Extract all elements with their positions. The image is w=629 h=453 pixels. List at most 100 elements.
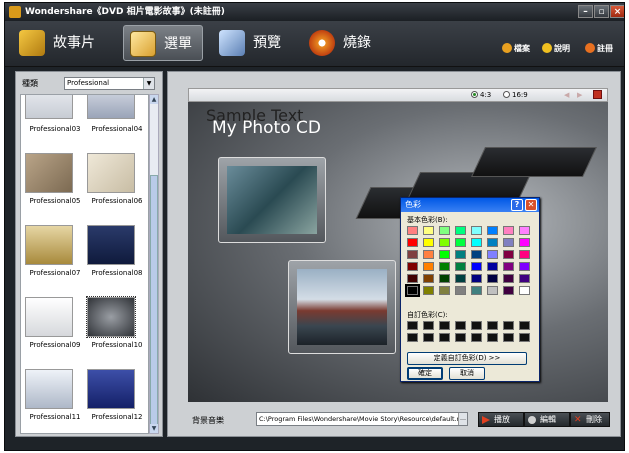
- custom-color-swatch[interactable]: [423, 333, 434, 342]
- custom-color-swatch[interactable]: [407, 333, 418, 342]
- template-thumb-selected[interactable]: Professional10: [85, 296, 143, 367]
- custom-color-swatch[interactable]: [423, 321, 434, 330]
- basic-color-swatch[interactable]: [423, 250, 434, 259]
- back-arrow-icon[interactable]: ◀: [564, 91, 569, 99]
- template-thumb[interactable]: Professional12: [85, 369, 143, 433]
- basic-color-swatch[interactable]: [439, 226, 450, 235]
- custom-color-swatch[interactable]: [407, 321, 418, 330]
- template-thumb[interactable]: Professional09: [23, 297, 81, 367]
- define-custom-colors-button[interactable]: 定義自訂色彩(D) >>: [407, 352, 527, 365]
- custom-color-swatch[interactable]: [471, 321, 482, 330]
- custom-color-swatch[interactable]: [455, 333, 466, 342]
- basic-color-swatch[interactable]: [519, 262, 530, 271]
- basic-color-swatch[interactable]: [405, 284, 420, 297]
- basic-color-swatch[interactable]: [503, 238, 514, 247]
- basic-color-swatch[interactable]: [439, 286, 450, 295]
- dialog-close-button[interactable]: ✕: [525, 199, 537, 211]
- basic-color-swatch[interactable]: [471, 274, 482, 283]
- cancel-button[interactable]: 取消: [449, 367, 485, 380]
- template-thumb[interactable]: Professional08: [85, 225, 143, 295]
- basic-color-swatch[interactable]: [519, 274, 530, 283]
- basic-color-swatch[interactable]: [439, 250, 450, 259]
- basic-color-swatch[interactable]: [423, 226, 434, 235]
- basic-color-swatch[interactable]: [423, 238, 434, 247]
- basic-color-swatch[interactable]: [471, 286, 482, 295]
- basic-color-swatch[interactable]: [487, 286, 498, 295]
- basic-color-swatch[interactable]: [519, 226, 530, 235]
- tab-menu[interactable]: 選單: [123, 25, 203, 61]
- basic-color-swatch[interactable]: [471, 226, 482, 235]
- basic-color-swatch[interactable]: [503, 250, 514, 259]
- minimize-button[interactable]: –: [578, 5, 593, 18]
- basic-color-swatch[interactable]: [439, 274, 450, 283]
- scroll-up-icon[interactable]: ▲: [150, 95, 158, 104]
- custom-color-swatch[interactable]: [519, 321, 530, 330]
- tab-burn[interactable]: 燒錄: [303, 25, 385, 61]
- basic-color-swatch[interactable]: [471, 238, 482, 247]
- template-thumb[interactable]: Professional05: [23, 153, 81, 223]
- edit-button[interactable]: 編輯: [524, 412, 570, 427]
- maximize-button[interactable]: ▫: [594, 5, 609, 18]
- basic-color-swatch[interactable]: [455, 262, 466, 271]
- basic-color-swatch[interactable]: [503, 226, 514, 235]
- basic-color-swatch[interactable]: [503, 274, 514, 283]
- category-select[interactable]: Professional ▼: [64, 77, 155, 90]
- template-scrollbar[interactable]: ▲ ▼: [149, 94, 159, 434]
- basic-color-swatch[interactable]: [407, 250, 418, 259]
- basic-color-swatch[interactable]: [407, 238, 418, 247]
- basic-color-swatch[interactable]: [439, 262, 450, 271]
- ratio-16-9-radio[interactable]: 16:9: [503, 91, 528, 99]
- scroll-thumb[interactable]: [150, 175, 158, 425]
- basic-color-swatch[interactable]: [455, 226, 466, 235]
- basic-color-swatch[interactable]: [503, 286, 514, 295]
- template-thumb[interactable]: Professional07: [23, 225, 81, 295]
- chevron-down-icon[interactable]: ▼: [143, 78, 154, 89]
- basic-color-swatch[interactable]: [519, 286, 530, 295]
- basic-color-swatch[interactable]: [423, 286, 434, 295]
- custom-color-swatch[interactable]: [471, 333, 482, 342]
- help-menu-button[interactable]: 說明: [542, 43, 570, 54]
- menu-title[interactable]: My Photo CD: [212, 118, 321, 138]
- custom-color-swatch[interactable]: [503, 333, 514, 342]
- bgmusic-path-field[interactable]: C:\Program Files\Wondershare\Movie Story…: [256, 412, 468, 426]
- basic-color-swatch[interactable]: [439, 238, 450, 247]
- custom-color-swatch[interactable]: [487, 333, 498, 342]
- basic-color-swatch[interactable]: [407, 262, 418, 271]
- basic-color-swatch[interactable]: [519, 250, 530, 259]
- basic-color-swatch[interactable]: [487, 226, 498, 235]
- custom-color-swatch[interactable]: [487, 321, 498, 330]
- save-icon[interactable]: [593, 90, 602, 99]
- basic-color-swatch[interactable]: [487, 238, 498, 247]
- custom-color-swatch[interactable]: [455, 321, 466, 330]
- scroll-down-icon[interactable]: ▼: [150, 424, 158, 433]
- register-menu-button[interactable]: 註冊: [585, 43, 613, 54]
- template-thumb[interactable]: Professional06: [85, 153, 143, 223]
- basic-color-swatch[interactable]: [487, 274, 498, 283]
- browse-icon[interactable]: …: [458, 413, 467, 425]
- basic-color-swatch[interactable]: [519, 238, 530, 247]
- help-button[interactable]: ?: [511, 199, 523, 211]
- tab-preview[interactable]: 預覽: [213, 25, 295, 61]
- photo-frame-1[interactable]: [218, 157, 326, 243]
- custom-color-swatch[interactable]: [439, 333, 450, 342]
- basic-color-swatch[interactable]: [423, 262, 434, 271]
- basic-color-swatch[interactable]: [407, 274, 418, 283]
- basic-color-swatch[interactable]: [487, 250, 498, 259]
- tab-story[interactable]: 故事片: [13, 25, 113, 61]
- basic-color-swatch[interactable]: [455, 238, 466, 247]
- basic-color-swatch[interactable]: [455, 274, 466, 283]
- custom-color-swatch[interactable]: [439, 321, 450, 330]
- play-button[interactable]: 播放: [478, 412, 524, 427]
- basic-color-swatch[interactable]: [423, 274, 434, 283]
- basic-color-swatch[interactable]: [455, 250, 466, 259]
- template-thumb[interactable]: Professional11: [23, 369, 81, 433]
- ok-button[interactable]: 確定: [407, 367, 443, 380]
- forward-arrow-icon[interactable]: ▶: [577, 91, 582, 99]
- basic-color-swatch[interactable]: [471, 250, 482, 259]
- custom-color-swatch[interactable]: [503, 321, 514, 330]
- basic-color-swatch[interactable]: [503, 262, 514, 271]
- file-menu-button[interactable]: 檔案: [502, 43, 530, 54]
- photo-frame-2[interactable]: [288, 260, 396, 354]
- close-button[interactable]: ×: [610, 5, 624, 18]
- custom-color-swatch[interactable]: [519, 333, 530, 342]
